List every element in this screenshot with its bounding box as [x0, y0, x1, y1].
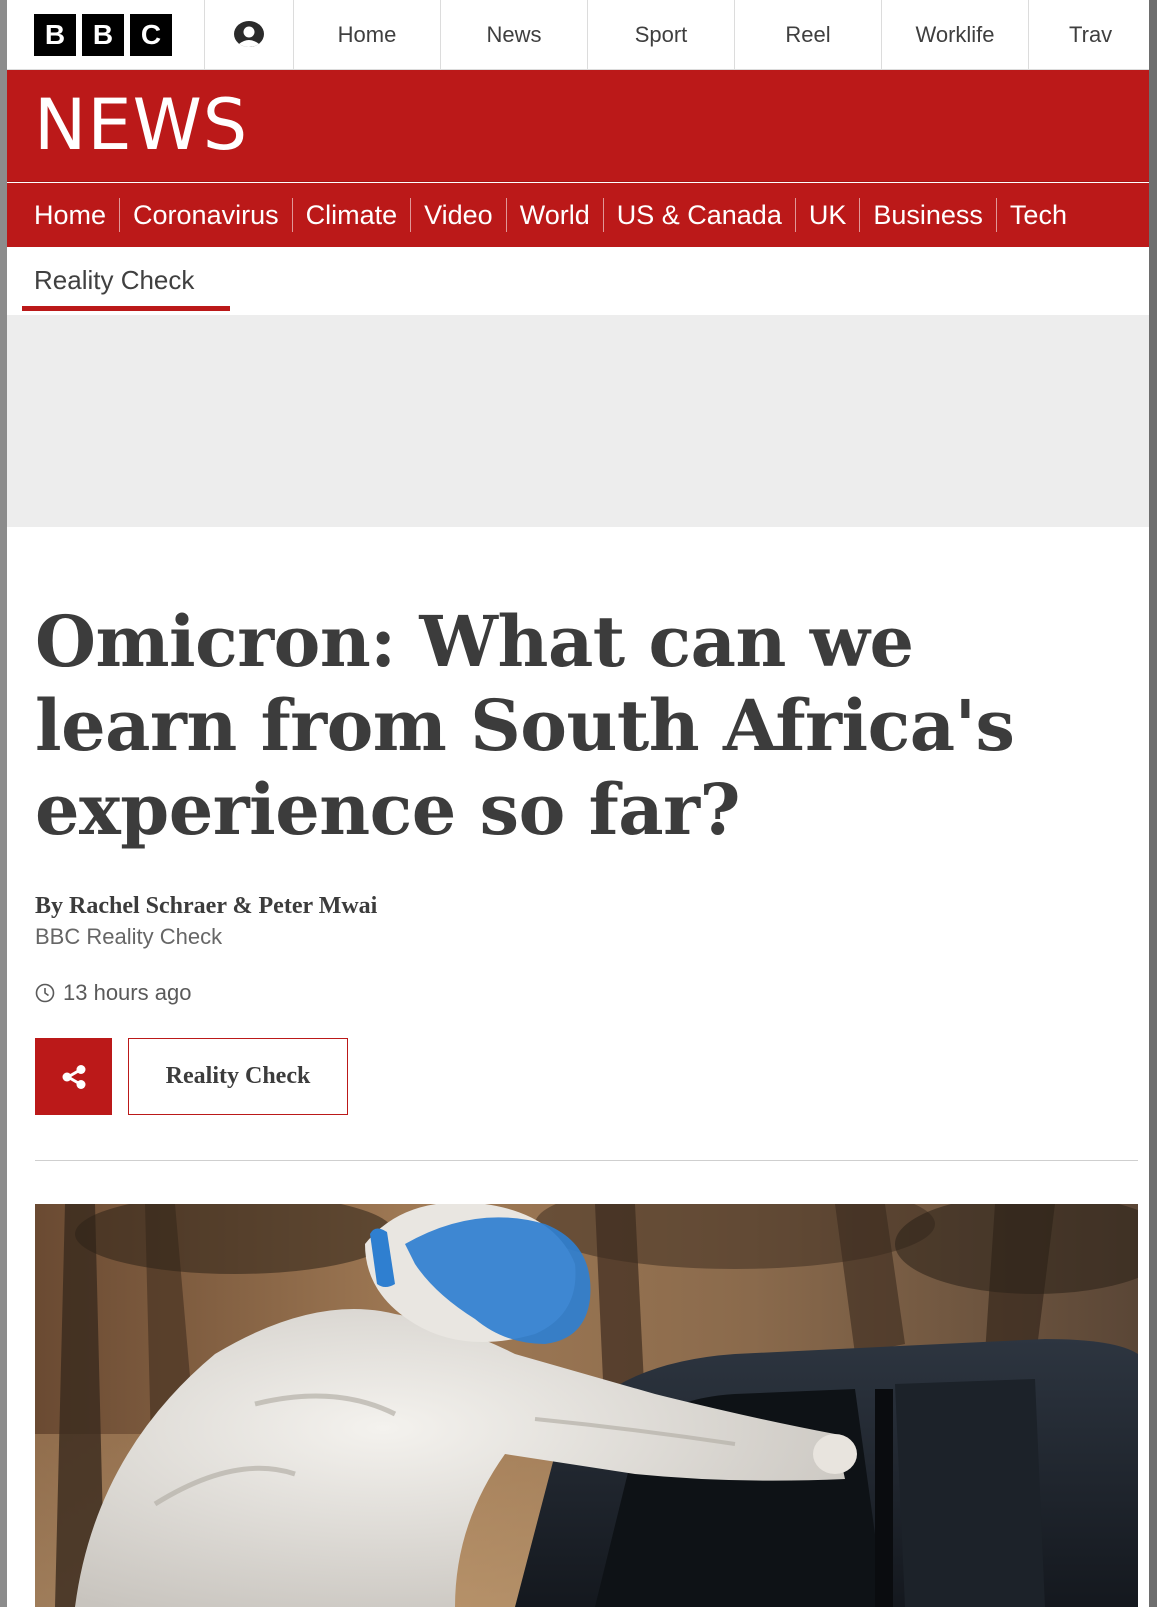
article-hero-image [35, 1204, 1138, 1607]
global-nav-news[interactable]: News [441, 0, 588, 69]
news-nav-us-canada[interactable]: US & Canada [604, 198, 796, 232]
share-button[interactable] [35, 1038, 112, 1115]
article-timestamp: 13 hours ago [35, 980, 191, 1006]
secondary-navigation: Reality Check [7, 247, 1149, 315]
bbc-logo[interactable]: B B C [7, 0, 206, 69]
global-nav-sport[interactable]: Sport [588, 0, 735, 69]
browser-page: B B C Home News Sport Reel Worklife Trav… [7, 0, 1149, 1607]
news-nav-business[interactable]: Business [860, 198, 997, 232]
user-account-icon [234, 20, 265, 47]
global-nav-home[interactable]: Home [294, 0, 441, 69]
global-nav-reel[interactable]: Reel [735, 0, 882, 69]
news-nav-uk[interactable]: UK [796, 198, 861, 232]
advertisement-placeholder [7, 315, 1149, 527]
bbc-logo-letter-c: C [130, 13, 172, 56]
article-byline: By Rachel Schraer & Peter Mwai [35, 893, 378, 919]
clock-icon [35, 983, 55, 1003]
secondary-nav-reality-check[interactable]: Reality Check [34, 265, 194, 296]
news-banner: NEWS [7, 70, 1149, 182]
global-nav-worklife[interactable]: Worklife [882, 0, 1029, 69]
topic-tag-reality-check[interactable]: Reality Check [128, 1038, 348, 1115]
news-nav-coronavirus[interactable]: Coronavirus [120, 198, 293, 232]
active-section-indicator [22, 306, 230, 311]
news-nav-video[interactable]: Video [411, 198, 507, 232]
hero-photo [35, 1204, 1138, 1607]
scrollbar-track[interactable] [1149, 0, 1157, 1607]
news-nav-home[interactable]: Home [34, 198, 121, 232]
timestamp-text: 13 hours ago [63, 980, 192, 1005]
share-icon [62, 1064, 85, 1089]
section-divider [35, 1160, 1138, 1161]
bbc-global-navigation: B B C Home News Sport Reel Worklife Trav [7, 0, 1149, 70]
byline-role: BBC Reality Check [35, 924, 223, 949]
news-section-navigation: Home Coronavirus Climate Video World US … [7, 183, 1149, 247]
news-nav-world[interactable]: World [507, 198, 604, 232]
global-nav-travel[interactable]: Trav [1029, 0, 1149, 69]
news-wordmark[interactable]: NEWS [34, 84, 248, 166]
account-button[interactable] [205, 0, 294, 69]
bbc-logo-letter-b1: B [34, 13, 76, 56]
news-nav-climate[interactable]: Climate [293, 198, 412, 232]
bbc-logo-letter-b2: B [82, 13, 124, 56]
news-nav-tech[interactable]: Tech [997, 198, 1080, 232]
article-headline: Omicron: What can we learn from South Af… [35, 600, 1015, 851]
